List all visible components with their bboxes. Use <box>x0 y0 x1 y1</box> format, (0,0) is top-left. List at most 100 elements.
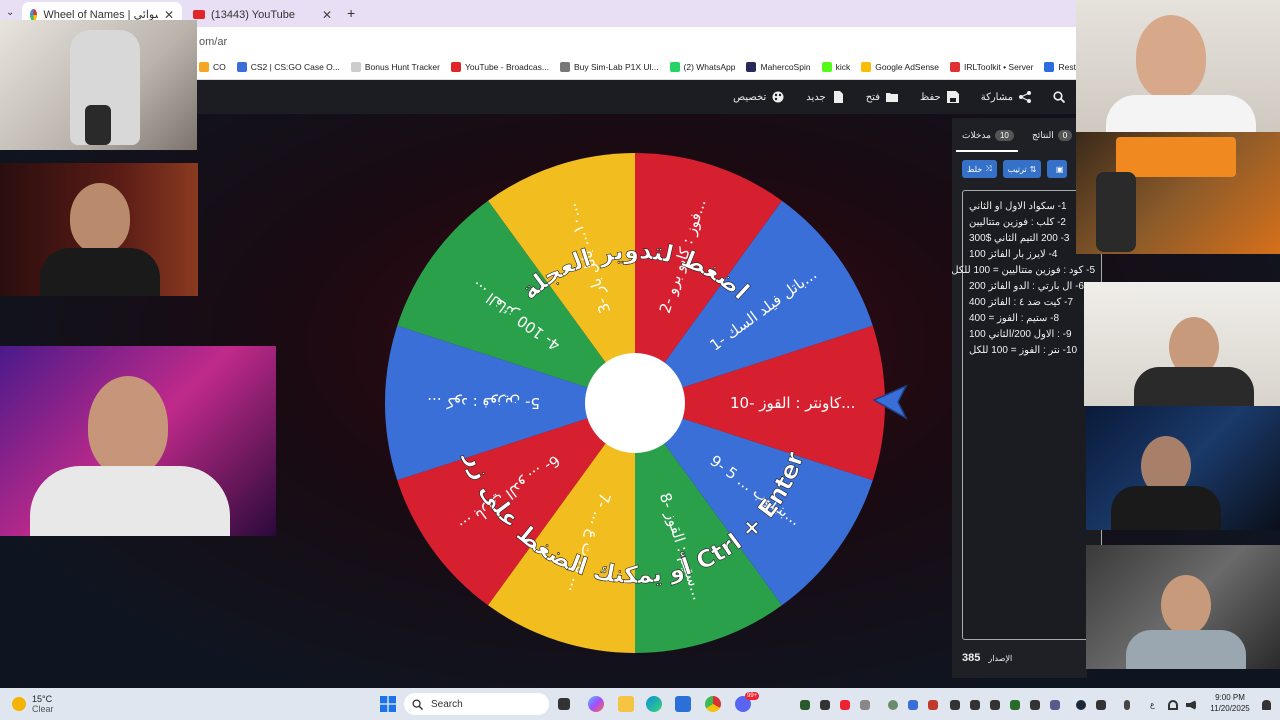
wheel-pointer-icon <box>872 384 908 420</box>
entries-count-badge: 10 <box>994 130 1014 141</box>
bookmark-item[interactable]: CS2 | CS:GO Case O... <box>236 62 340 72</box>
clock[interactable]: 9:00 PM 11/20/2025 <box>1208 692 1252 714</box>
wheel-segment-label: 5- كود : فوزين ... <box>427 394 540 412</box>
bookmark-icon <box>350 62 361 72</box>
notification-badge: 99+ <box>745 692 760 700</box>
sort-icon: ⇅ <box>1029 164 1037 174</box>
bookmark-item[interactable]: Buy Sim-Lab P1X Ul... <box>559 62 659 72</box>
youtube-favicon-icon <box>193 10 205 19</box>
tray-app-icon[interactable] <box>970 700 980 710</box>
active-tab-indicator <box>956 150 1018 152</box>
tray-app-icon[interactable] <box>888 700 898 710</box>
palette-icon <box>772 91 784 103</box>
share-label: مشاركة <box>980 91 1013 103</box>
chrome-icon[interactable] <box>705 696 721 712</box>
wheel[interactable]: 1- باتل فيلد السك...2- فوز : كابو برو...… <box>380 148 890 658</box>
bookmark-label: CO <box>213 62 226 72</box>
entry-line: 5- كود : فوزين متتاليين = 100 للكل <box>951 265 1095 276</box>
copilot-icon[interactable] <box>588 696 604 712</box>
search-icon[interactable] <box>1053 91 1065 103</box>
bookmark-label: (2) WhatsApp <box>683 62 736 72</box>
tab-entries[interactable]: 10 مدخلات <box>962 130 1014 141</box>
bookmark-label: Google AdSense <box>875 62 940 72</box>
bookmark-label: kick <box>835 62 851 72</box>
new-tab-button[interactable]: + <box>347 5 355 21</box>
bookmark-item[interactable]: YouTube - Broadcas... <box>451 62 549 72</box>
bookmark-icon <box>199 62 209 72</box>
edge-icon[interactable] <box>646 696 662 712</box>
streamer-body <box>1111 486 1221 530</box>
customize-button[interactable]: تخصيص <box>733 91 784 103</box>
entries-textarea[interactable]: 1- سكواد الاول او الثاني 2- كلب : فوزين م… <box>951 190 1102 640</box>
new-button[interactable]: جديد <box>806 91 843 103</box>
bookmark-item[interactable]: kick <box>821 62 851 72</box>
bookmark-item[interactable]: CO <box>199 62 226 72</box>
sort-button[interactable]: ⇅ ترتيب <box>1002 160 1042 178</box>
open-button[interactable]: فتح <box>866 91 898 103</box>
webcam-feed-4 <box>1076 0 1280 132</box>
taskbar-search[interactable]: Search <box>404 693 549 715</box>
input-language[interactable]: ع <box>1150 699 1155 710</box>
tab-list-chevron-icon[interactable]: ⌄ <box>6 7 14 18</box>
tray-app-icon[interactable] <box>1050 700 1060 710</box>
tray-app-icon[interactable] <box>860 700 870 710</box>
store-icon[interactable] <box>675 696 691 712</box>
bookmark-icon <box>559 62 570 72</box>
bookmark-icon <box>236 62 247 72</box>
microphone-icon[interactable] <box>1124 700 1130 710</box>
streamer-body <box>1134 367 1254 406</box>
volume-icon[interactable] <box>1186 700 1196 710</box>
file-explorer-icon[interactable] <box>618 696 634 712</box>
tab-results[interactable]: 0 النتائج <box>1032 130 1073 141</box>
tray-app-icon[interactable] <box>1010 700 1020 710</box>
bookmark-item[interactable]: (2) WhatsApp <box>669 62 736 72</box>
clock-date: 11/20/2025 <box>1210 704 1250 713</box>
webcam-feed-2 <box>0 163 198 296</box>
weather-widget[interactable]: 15°C Clear <box>12 694 54 714</box>
tray-app-icon[interactable] <box>990 700 1000 710</box>
whatsapp-icon <box>669 62 680 72</box>
tray-app-icon[interactable] <box>928 700 938 710</box>
windows-start-icon[interactable] <box>380 696 396 712</box>
webcam-feed-6 <box>1084 282 1280 406</box>
webcam-feed-1 <box>0 20 197 150</box>
wheel-segment-label: 10- كاونتر : القوز... <box>730 394 855 412</box>
tray-app-icon[interactable] <box>950 700 960 710</box>
bookmark-item[interactable]: Bonus Hunt Tracker <box>350 62 440 72</box>
weather-desc: Clear <box>32 704 54 714</box>
chair-shape <box>1096 172 1136 252</box>
save-label: حفظ <box>919 91 941 103</box>
entries-panel: 10 مدخلات 0 النتائج ⤨ خلط ⇅ ترتيب ▣ 1- س… <box>951 118 1102 678</box>
bookmark-item[interactable]: IRLToolkit • Server <box>950 62 1033 72</box>
wheel-center-hub[interactable] <box>585 353 685 453</box>
tray-app-icon[interactable] <box>820 700 830 710</box>
tray-app-icon[interactable] <box>908 700 918 710</box>
search-placeholder: Search <box>431 698 463 710</box>
share-button[interactable]: مشاركة <box>981 91 1031 103</box>
version-footer: 385 الإصدار <box>962 652 1012 664</box>
tray-app-icon[interactable] <box>800 700 810 710</box>
shuffle-button[interactable]: ⤨ خلط <box>962 160 997 178</box>
tray-app-icon[interactable] <box>1096 700 1106 710</box>
windows-taskbar: 15°C Clear Search 99+ ع 9:00 PM 11/20/20… <box>0 688 1280 720</box>
new-label: جديد <box>806 91 826 103</box>
streamer-head <box>88 376 168 476</box>
notification-bell-icon[interactable] <box>1262 700 1271 710</box>
version-label: الإصدار <box>988 653 1013 663</box>
entry-line: 7- كيت ضد ٤ : الفائز 400 <box>969 297 1073 308</box>
streamer-head <box>1136 15 1206 100</box>
bookmark-item[interactable]: MahercoSpin <box>746 62 811 72</box>
close-tab-icon[interactable]: ✕ <box>322 8 332 22</box>
steam-icon[interactable] <box>1076 700 1086 710</box>
add-image-button[interactable]: ▣ <box>1047 160 1068 178</box>
webcam-feed-7 <box>1086 406 1280 530</box>
adsense-icon <box>861 62 872 72</box>
tray-app-icon[interactable] <box>840 700 850 710</box>
tab-youtube[interactable]: (13443) YouTube ✕ <box>185 2 340 27</box>
wifi-icon[interactable] <box>1168 700 1178 710</box>
customize-label: تخصيص <box>733 91 767 103</box>
bookmark-item[interactable]: Google AdSense <box>861 62 939 72</box>
task-view-icon[interactable] <box>558 698 570 710</box>
tray-app-icon[interactable] <box>1030 700 1040 710</box>
save-button[interactable]: حفظ <box>920 91 959 103</box>
